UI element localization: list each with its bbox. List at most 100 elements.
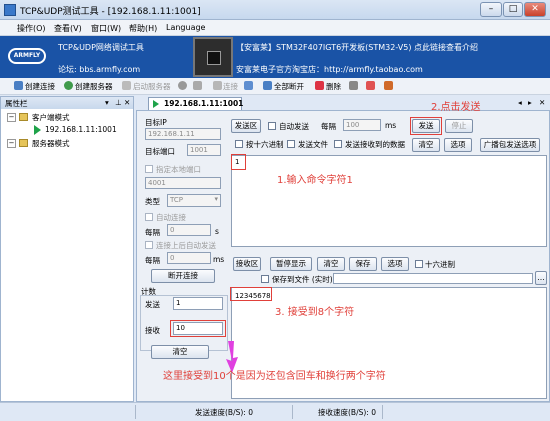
- board-ad-link[interactable]: 【安富莱】STM32F407IGT6开发板(STM32-V5) 点此链接查看介绍: [236, 42, 478, 53]
- save-file-path-input[interactable]: [333, 273, 533, 284]
- create-connection-button[interactable]: 创建连接: [25, 81, 55, 92]
- delete-icon: [315, 81, 324, 90]
- send-count-label: 发送: [145, 300, 160, 309]
- send-content-highlight: [231, 154, 246, 170]
- send-file-checkbox[interactable]: [287, 140, 295, 148]
- settings-icon[interactable]: [193, 81, 202, 90]
- annotation-click-send: 2.点击发送: [431, 102, 481, 113]
- menu-operate[interactable]: 操作(O): [17, 23, 46, 34]
- sidebar-menu-icon[interactable]: ▾: [105, 98, 109, 107]
- status-bar: 发送速度(B/S): 0 接收速度(B/S): 0: [0, 402, 550, 421]
- tab-strip: 192.168.1.11:1001 ◂ ▸ ✕: [136, 96, 550, 110]
- menu-bar: 操作(O) 查看(V) 窗口(W) 帮助(H) Language: [0, 20, 550, 36]
- menu-language[interactable]: Language: [166, 23, 205, 32]
- stop-button[interactable]: 停止: [445, 119, 473, 133]
- recv-options-button[interactable]: 选项: [381, 257, 409, 271]
- auto-send-toggle[interactable]: [268, 122, 276, 130]
- sidebar-title: 属性栏: [5, 99, 28, 108]
- connect-icon: [213, 81, 222, 90]
- local-port-input[interactable]: 4001: [145, 177, 221, 189]
- recv-clear-button[interactable]: 清空: [317, 257, 345, 271]
- send-file-label: 发送文件: [298, 140, 328, 149]
- tab-prev-icon[interactable]: ◂: [518, 98, 522, 107]
- tab-next-icon[interactable]: ▸: [528, 98, 532, 107]
- send-interval-input[interactable]: 100: [343, 119, 381, 131]
- armfly-logo: ARMFLY: [8, 48, 46, 64]
- browse-button[interactable]: …: [535, 271, 547, 285]
- type-select[interactable]: TCP ▾: [167, 194, 221, 207]
- every-label: 每隔: [321, 122, 336, 131]
- sidebar-close-icon[interactable]: ✕: [124, 98, 130, 107]
- delete-button[interactable]: 删除: [326, 81, 341, 92]
- collapse-icon[interactable]: −: [7, 139, 16, 148]
- recv-area-button[interactable]: 接收区: [233, 257, 261, 271]
- chevron-down-icon: ▾: [214, 195, 218, 203]
- collapse-icon[interactable]: −: [7, 113, 16, 122]
- local-port-label: 指定本地端口: [156, 165, 201, 174]
- save-button[interactable]: 保存: [349, 257, 377, 271]
- maximize-button[interactable]: □: [503, 2, 523, 17]
- send-clear-button[interactable]: 清空: [412, 138, 440, 152]
- target-port-input[interactable]: 1001: [187, 144, 221, 156]
- broadcast-options-button[interactable]: 广播包发送选项: [480, 138, 540, 152]
- clear-count-button[interactable]: 清空: [151, 345, 209, 359]
- title-bar: TCP&UDP测试工具 - [192.168.1.11:1001] – □ ✕: [0, 0, 550, 20]
- connect-button[interactable]: 连接: [223, 81, 238, 92]
- save-to-file-label: 保存到文件 (实时): [272, 275, 333, 284]
- close-button[interactable]: ✕: [524, 2, 546, 17]
- interval-input[interactable]: 0: [167, 224, 211, 236]
- stop-icon[interactable]: [178, 81, 187, 90]
- send-textarea[interactable]: 1: [231, 155, 547, 247]
- menu-help[interactable]: 帮助(H): [129, 23, 157, 34]
- banner-title: TCP&UDP网络调试工具: [58, 43, 144, 52]
- send-received-checkbox[interactable]: [334, 140, 342, 148]
- toolbar: 创建连接 创建服务器 启动服务器 连接 全部断开 删除: [0, 78, 550, 95]
- list-icon[interactable]: [349, 81, 358, 90]
- send-button-highlight: [410, 117, 442, 135]
- status-divider: [292, 405, 293, 419]
- status-divider: [382, 405, 383, 419]
- window-title: TCP&UDP测试工具 - [192.168.1.11:1001]: [20, 7, 201, 17]
- tree-connection-item[interactable]: 192.168.1.11:1001: [45, 125, 117, 134]
- send-options-button[interactable]: 选项: [444, 138, 472, 152]
- recv-count-highlight: [170, 320, 226, 337]
- auto-connect-checkbox[interactable]: [145, 213, 153, 221]
- hex-display-checkbox[interactable]: [415, 260, 423, 268]
- tab-connection[interactable]: 192.168.1.11:1001: [148, 97, 243, 110]
- annotation-received-8: 3. 接受到8个字符: [275, 307, 355, 318]
- pin-icon[interactable]: ⊥: [115, 98, 122, 107]
- tab-close-icon[interactable]: ✕: [539, 98, 545, 107]
- forum-link[interactable]: 论坛: bbs.armfly.com: [58, 64, 140, 75]
- minimize-button[interactable]: –: [480, 2, 502, 17]
- export-icon[interactable]: [384, 81, 393, 90]
- disconnect-all-icon: [263, 81, 272, 90]
- hex-send-checkbox[interactable]: [235, 140, 243, 148]
- save-to-file-checkbox[interactable]: [261, 275, 269, 283]
- create-server-icon: [64, 81, 73, 90]
- local-port-checkbox[interactable]: [145, 165, 153, 173]
- property-sidebar: 属性栏 ▾ ⊥ ✕ − 客户端模式 192.168.1.11:1001 − 服务…: [0, 96, 134, 402]
- start-server-button[interactable]: 启动服务器: [133, 81, 171, 92]
- target-ip-input[interactable]: 192.168.1.11: [145, 128, 221, 140]
- record-icon[interactable]: [366, 81, 375, 90]
- create-server-button[interactable]: 创建服务器: [75, 81, 113, 92]
- send-received-label: 发送接收到的数据: [345, 140, 405, 149]
- menu-window[interactable]: 窗口(W): [91, 23, 121, 34]
- menu-view[interactable]: 查看(V): [54, 23, 82, 34]
- tree-server-mode[interactable]: 服务器模式: [32, 138, 70, 149]
- auto-send-checkbox[interactable]: [145, 241, 153, 249]
- annotation-input-command: 1.输入命令字符1: [277, 175, 353, 186]
- interval2-input[interactable]: 0: [167, 252, 211, 264]
- tree-client-mode[interactable]: 客户端模式: [32, 112, 70, 123]
- pause-display-button[interactable]: 暂停显示: [270, 257, 312, 271]
- disconnect-button[interactable]: 断开连接: [151, 269, 215, 283]
- recv-rate-status: 接收速度(B/S): 0: [318, 408, 376, 417]
- send-rate-status: 发送速度(B/S): 0: [195, 408, 253, 417]
- hex-display-label: 十六进制: [425, 260, 455, 269]
- disconnect-icon[interactable]: [244, 81, 253, 90]
- send-area-button[interactable]: 发送区: [231, 119, 261, 133]
- shop-link[interactable]: 安富莱电子官方淘宝店：http://armfly.taobao.com: [236, 64, 423, 75]
- play-icon: [34, 125, 41, 135]
- send-count-value: 1: [173, 297, 223, 310]
- disconnect-all-button[interactable]: 全部断开: [274, 81, 304, 92]
